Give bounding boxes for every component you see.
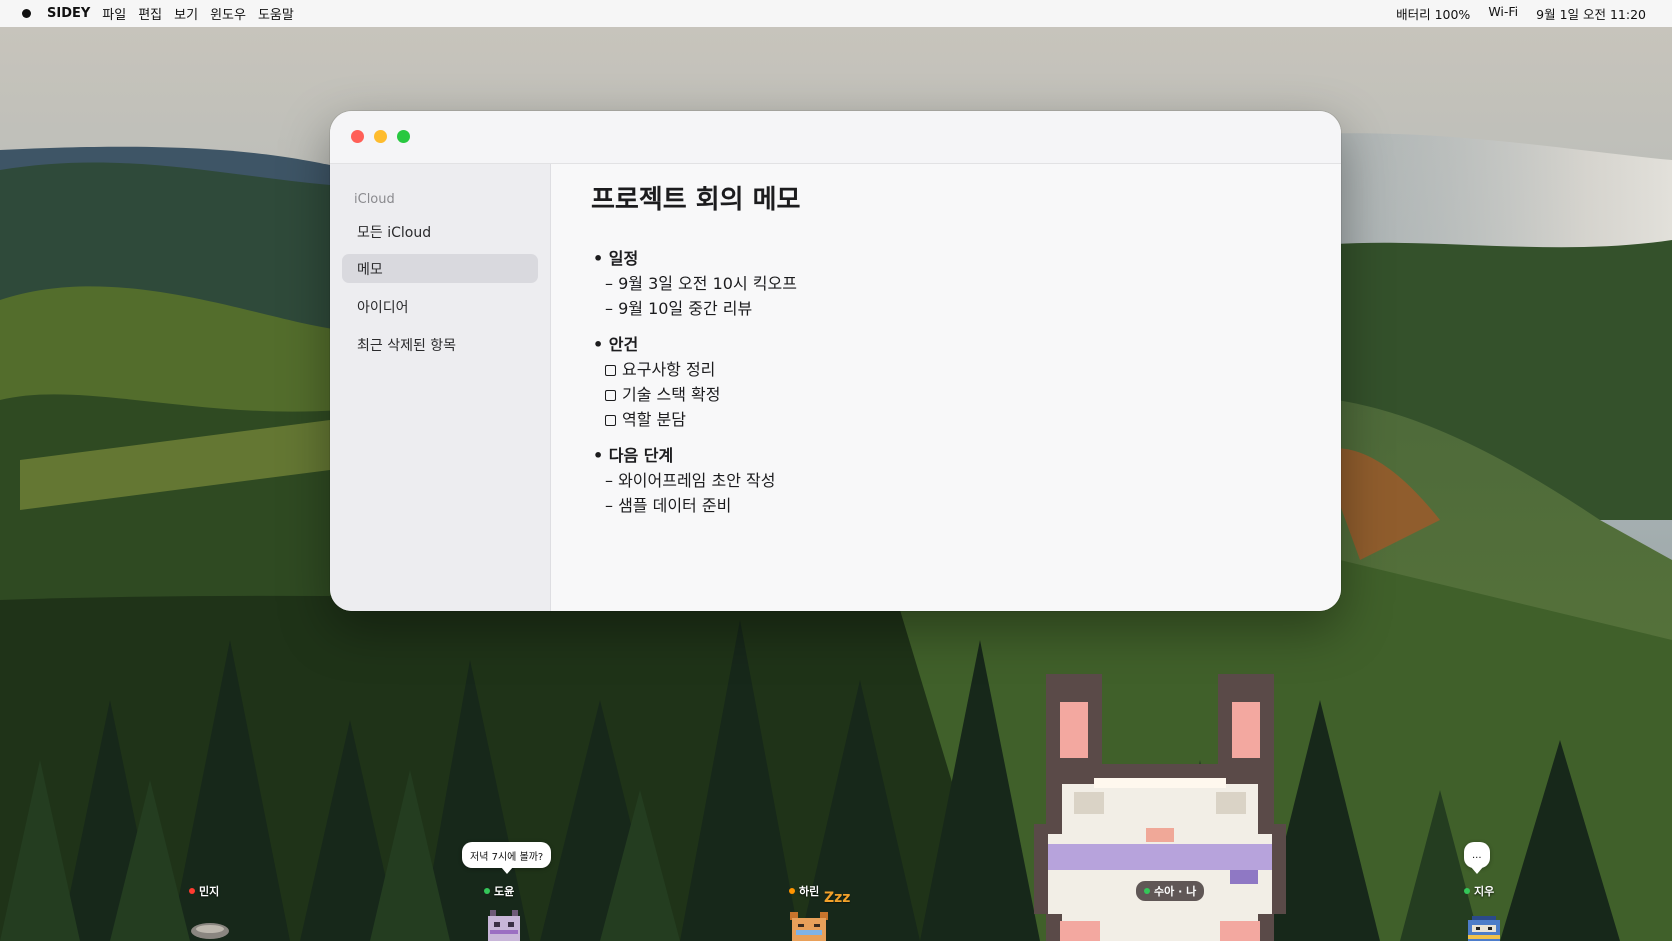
note-line[interactable]: – 와이어프레임 초안 작성 [605, 467, 775, 491]
status-dot [789, 888, 795, 894]
character-name: 민지 [199, 885, 220, 898]
character-label-harin[interactable]: 하린 [789, 883, 819, 899]
speech-bubble-doyun: 저녁 7시에 볼까? [462, 842, 552, 874]
speech-bubble-text: 저녁 7시에 볼까? [470, 851, 544, 863]
sleeping-indicator: Zzz [824, 890, 851, 906]
character-sprite-doyun[interactable] [486, 910, 522, 941]
clock[interactable]: 9월 1일 오전 11:20 [1536, 4, 1646, 23]
character-name: 하린 [799, 885, 820, 898]
sidebar-item-label: 최근 삭제된 항목 [357, 337, 457, 354]
note-editor[interactable]: 프로젝트 회의 메모 • 일정 – 9월 3일 오전 10시 킥오프 – 9월 … [551, 164, 1341, 611]
zoom-button[interactable] [397, 130, 410, 143]
close-button[interactable] [351, 130, 364, 143]
character-sprite-jiwoo[interactable] [1466, 916, 1502, 941]
status-dot [484, 888, 490, 894]
window-titlebar[interactable] [330, 111, 1341, 164]
note-line[interactable]: – 9월 3일 오전 10시 킥오프 [605, 270, 797, 294]
character-name: 수아 · 나 [1154, 885, 1197, 898]
speech-bubble-jiwoo: ... [1464, 842, 1490, 874]
character-label-sua[interactable]: 수아 · 나 [1136, 881, 1205, 901]
checklist-label: 요구사항 정리 [622, 360, 716, 379]
sidebar-item-ideas[interactable]: 아이디어 [342, 292, 538, 321]
notes-window: iCloud 모든 iCloud 메모 아이디어 최근 삭제된 항목 프로젝트 … [330, 111, 1341, 611]
note-title[interactable]: 프로젝트 회의 메모 [591, 179, 800, 216]
speech-bubble-text: ... [1472, 849, 1482, 861]
menu-bar: SIDEY 파일 편집 보기 윈도우 도움말 배터리 100% Wi-Fi 9월… [0, 0, 1672, 27]
checklist-item[interactable]: 기술 스택 확정 [605, 381, 721, 405]
character-name: 도윤 [494, 885, 515, 898]
note-heading-agenda[interactable]: • 안건 [593, 331, 638, 355]
status-dot [1144, 888, 1150, 894]
note-line[interactable]: – 샘플 데이터 준비 [605, 492, 731, 516]
note-heading-schedule[interactable]: • 일정 [593, 245, 638, 269]
sidebar-item-label: 모든 iCloud [357, 224, 432, 241]
character-sprite-harin[interactable] [788, 910, 830, 941]
character-name: 지우 [1474, 885, 1495, 898]
note-line[interactable]: – 9월 10일 중간 리뷰 [605, 295, 752, 319]
sidebar-item-notes[interactable]: 메모 [342, 254, 538, 283]
status-dot [1464, 888, 1470, 894]
status-dot [189, 888, 195, 894]
apple-menu-icon[interactable] [22, 9, 31, 18]
character-label-jiwoo[interactable]: 지우 [1464, 883, 1494, 899]
sidebar: iCloud 모든 iCloud 메모 아이디어 최근 삭제된 항목 [330, 164, 551, 611]
menu-app-name[interactable]: SIDEY [47, 6, 90, 21]
note-heading-next-steps[interactable]: • 다음 단계 [593, 442, 673, 466]
menu-window[interactable]: 윈도우 [210, 4, 246, 23]
sidebar-item-all-icloud[interactable]: 모든 iCloud [342, 217, 538, 246]
checklist-label: 기술 스택 확정 [622, 385, 721, 404]
checklist-item[interactable]: 역할 분담 [605, 406, 686, 430]
checkbox-icon[interactable] [605, 390, 616, 401]
sidebar-item-label: 아이디어 [357, 299, 409, 316]
character-label-minji[interactable]: 민지 [189, 883, 219, 899]
menu-view[interactable]: 보기 [174, 4, 198, 23]
checkbox-icon[interactable] [605, 365, 616, 376]
sidebar-section-label: iCloud [354, 192, 395, 207]
battery-status[interactable]: 배터리 100% [1396, 4, 1470, 23]
sidebar-item-label: 메모 [357, 261, 383, 278]
character-sprite-minji[interactable] [189, 921, 231, 941]
character-label-doyun[interactable]: 도윤 [484, 883, 514, 899]
checklist-item[interactable]: 요구사항 정리 [605, 356, 715, 380]
menu-help[interactable]: 도움말 [258, 4, 294, 23]
menu-edit[interactable]: 편집 [138, 4, 162, 23]
checklist-label: 역할 분담 [622, 410, 686, 429]
sidebar-item-recently-deleted[interactable]: 최근 삭제된 항목 [342, 330, 538, 359]
wifi-status[interactable]: Wi-Fi [1488, 4, 1518, 23]
minimize-button[interactable] [374, 130, 387, 143]
checkbox-icon[interactable] [605, 415, 616, 426]
menu-file[interactable]: 파일 [102, 4, 126, 23]
status-area: 배터리 100% Wi-Fi 9월 1일 오전 11:20 [1396, 4, 1646, 23]
